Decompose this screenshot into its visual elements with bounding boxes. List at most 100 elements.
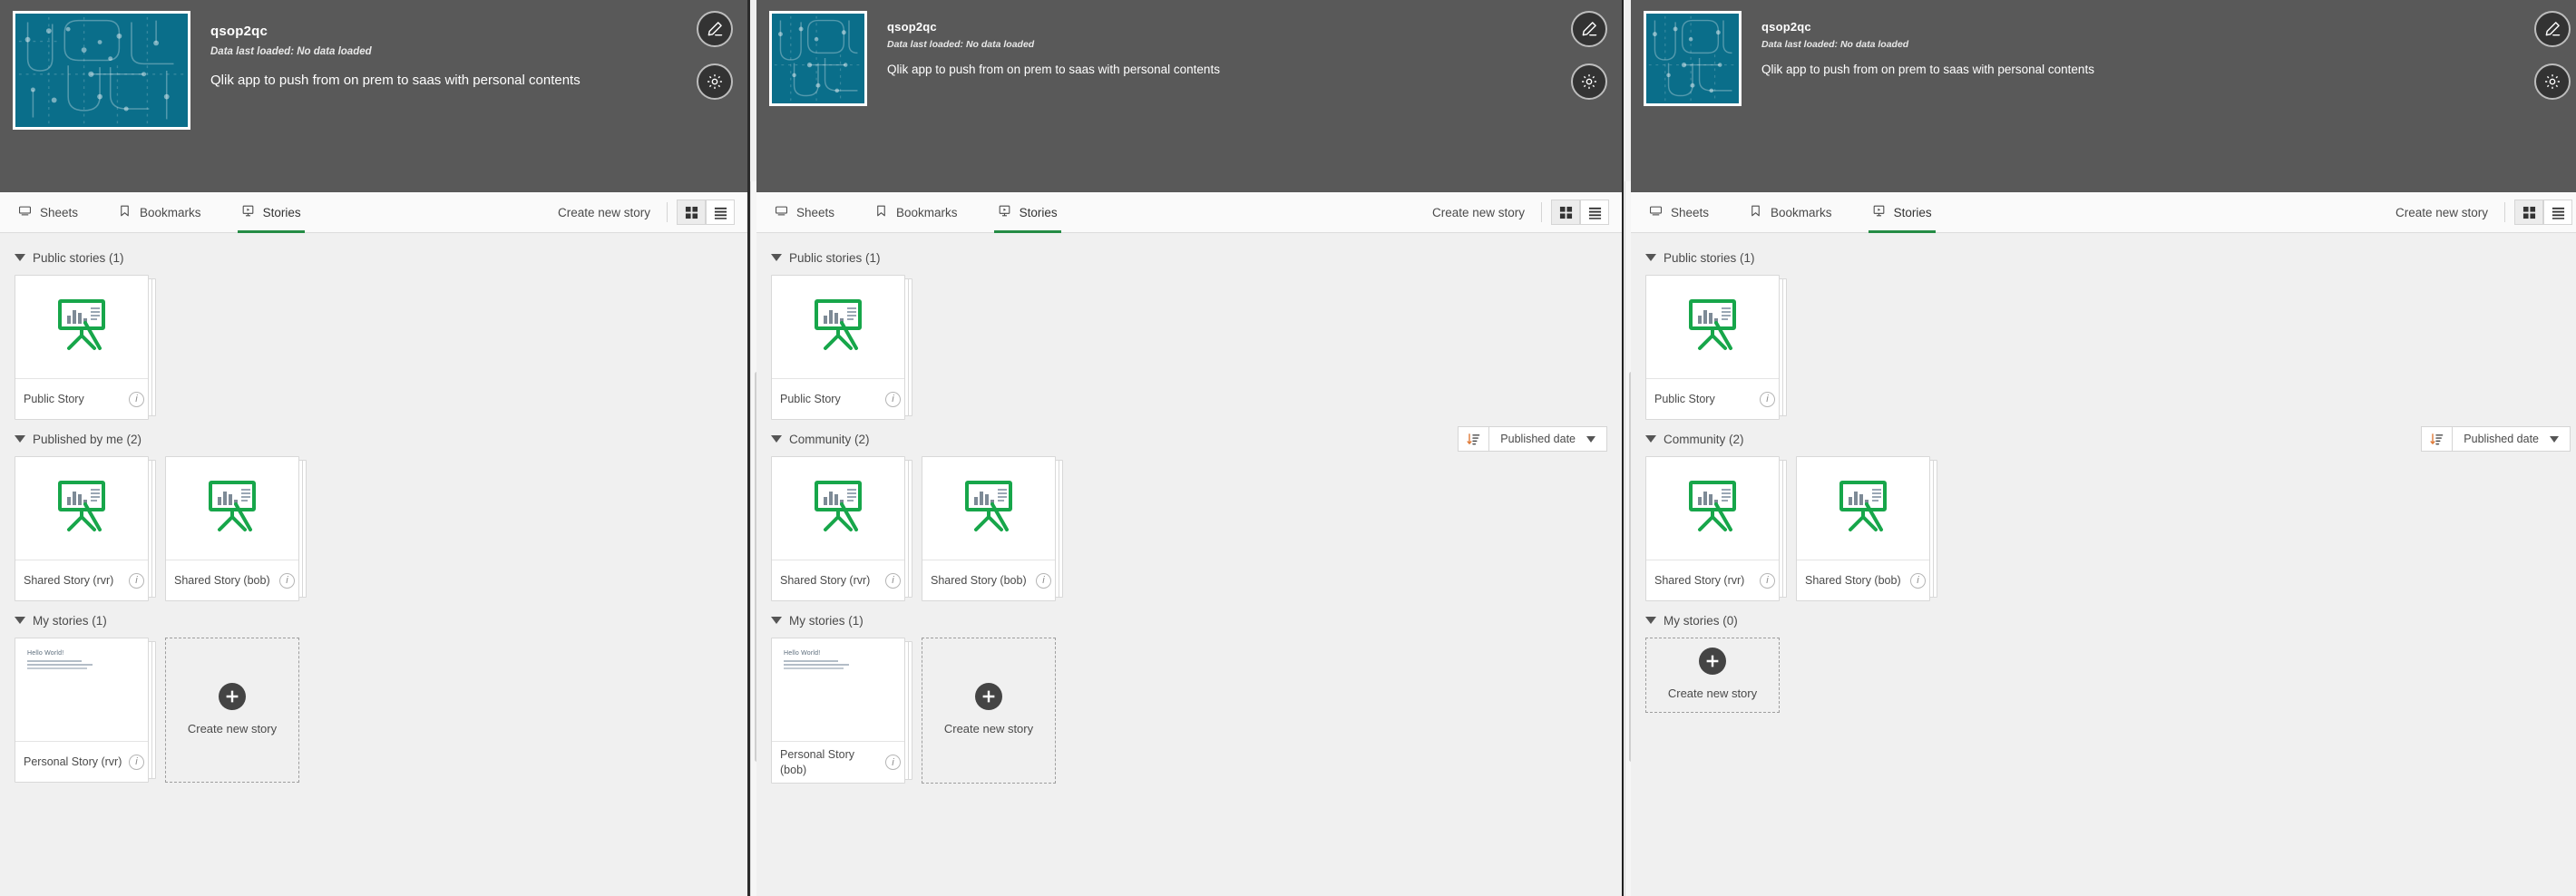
create-new-story-tile[interactable]: Create new story [1645, 638, 1780, 713]
story-card[interactable]: Shared Story (rvr) i [771, 456, 912, 601]
create-new-story-link[interactable]: Create new story [1432, 206, 1541, 219]
tab-stories[interactable]: Stories [993, 192, 1074, 233]
story-card-face[interactable]: Public Story i [1645, 275, 1780, 420]
app-settings-button[interactable] [697, 63, 733, 100]
tab-stories[interactable]: Stories [1868, 192, 1948, 233]
story-card-caption: Shared Story (rvr) i [772, 560, 904, 600]
story-card-face[interactable]: Shared Story (bob) i [165, 456, 299, 601]
story-card[interactable]: Shared Story (rvr) i [1645, 456, 1787, 601]
grid-view-button[interactable] [1551, 200, 1580, 225]
create-new-story-tile[interactable]: Create new story [165, 638, 299, 783]
grid-view-button[interactable] [2514, 200, 2543, 225]
list-view-button[interactable] [2543, 200, 2572, 225]
story-info-icon[interactable]: i [129, 391, 144, 407]
section-collapse-caret-icon[interactable] [1645, 617, 1656, 624]
tab-bookmarks[interactable]: Bookmarks [871, 192, 974, 233]
story-info-icon[interactable]: i [279, 572, 295, 589]
section-collapse-caret-icon[interactable] [771, 617, 782, 624]
panel-1-scrollbar-track[interactable] [750, 181, 759, 896]
section-collapse-caret-icon[interactable] [771, 435, 782, 443]
tab-sheets[interactable]: Sheets [771, 192, 851, 233]
section-collapse-caret-icon[interactable] [15, 435, 25, 443]
plus-icon [975, 683, 1002, 711]
story-card-face[interactable]: Hello World! Personal Story (rvr) i [15, 638, 149, 783]
app-header: qsop2qc Data last loaded: No data loaded… [1631, 0, 2576, 192]
story-card-face[interactable]: Shared Story (rvr) i [771, 456, 905, 601]
app-thumbnail [1644, 11, 1742, 106]
story-card-face[interactable]: Shared Story (rvr) i [1645, 456, 1780, 601]
story-title: Shared Story (rvr) [24, 573, 114, 587]
story-info-icon[interactable]: i [885, 755, 901, 770]
section-collapse-caret-icon[interactable] [15, 254, 25, 261]
tab-stories[interactable]: Stories [237, 192, 317, 233]
create-new-story-tile[interactable]: Create new story [922, 638, 1056, 784]
list-view-button[interactable] [1580, 200, 1609, 225]
tab-bookmarks[interactable]: Bookmarks [1745, 192, 1849, 233]
story-card[interactable]: Public Story i [771, 275, 912, 420]
story-card-face[interactable]: Public Story i [771, 275, 905, 420]
stories-content: Public stories (1) Public Story i Community… [1631, 233, 2576, 896]
toolbar-divider [2504, 202, 2505, 222]
edit-app-button[interactable] [2534, 11, 2571, 47]
story-card-face[interactable]: Shared Story (rvr) i [15, 456, 149, 601]
panel-2-scrollbar-track[interactable] [1625, 181, 1634, 896]
story-card[interactable]: Public Story i [1645, 275, 1787, 420]
story-card[interactable]: Shared Story (bob) i [922, 456, 1063, 601]
story-info-icon[interactable]: i [1036, 572, 1051, 589]
easel-icon [53, 477, 111, 540]
story-card[interactable]: Public Story i [15, 275, 156, 420]
story-info-icon[interactable]: i [885, 572, 901, 589]
header-actions [697, 11, 733, 100]
app-settings-button[interactable] [2534, 63, 2571, 100]
sort-direction-icon[interactable] [1459, 427, 1490, 451]
edit-app-button[interactable] [1571, 11, 1607, 47]
story-card-face[interactable]: Shared Story (bob) i [1796, 456, 1930, 601]
story-section: Community (2) Published date Shared Story … [771, 426, 1607, 601]
sort-direction-icon[interactable] [2422, 427, 2454, 451]
section-collapse-caret-icon[interactable] [1645, 435, 1656, 443]
story-easel-thumbnail [1797, 457, 1929, 560]
sort-field-dropdown[interactable]: Published date [2453, 427, 2570, 451]
app-settings-button[interactable] [1571, 63, 1607, 100]
story-info-icon[interactable]: i [129, 572, 144, 589]
section-collapse-caret-icon[interactable] [15, 617, 25, 624]
story-card-caption: Shared Story (bob) i [1797, 560, 1929, 600]
story-card-face[interactable]: Shared Story (bob) i [922, 456, 1056, 601]
story-card[interactable]: Shared Story (bob) i [165, 456, 307, 601]
story-info-icon[interactable]: i [885, 391, 901, 407]
story-info-icon[interactable]: i [129, 754, 144, 770]
create-new-story-link[interactable]: Create new story [558, 206, 667, 219]
sheets-icon [775, 204, 788, 220]
app-thumbnail-wrap [13, 11, 190, 192]
story-card-face[interactable]: Public Story i [15, 275, 149, 420]
section-collapse-caret-icon[interactable] [1645, 254, 1656, 261]
section-collapse-caret-icon[interactable] [771, 254, 782, 261]
app-thumbnail [769, 11, 867, 106]
bookmark-icon [874, 204, 888, 220]
story-slide-preview: Hello World! [15, 638, 148, 741]
view-toggle [2514, 200, 2572, 225]
edit-app-button[interactable] [697, 11, 733, 47]
slide-title: Hello World! [27, 650, 64, 657]
story-info-icon[interactable]: i [1760, 391, 1775, 407]
story-card-list: Public Story i [771, 275, 1607, 420]
story-info-icon[interactable]: i [1910, 572, 1926, 589]
sort-field-dropdown[interactable]: Published date [1489, 427, 1606, 451]
story-info-icon[interactable]: i [1760, 572, 1775, 589]
tab-sheets[interactable]: Sheets [1645, 192, 1725, 233]
grid-view-button[interactable] [677, 200, 706, 225]
tab-bookmarks[interactable]: Bookmarks [114, 192, 218, 233]
list-view-button[interactable] [706, 200, 735, 225]
story-easel-thumbnail [1646, 457, 1779, 560]
story-card-face[interactable]: Hello World! Personal Story (bob) i [771, 638, 905, 784]
story-card[interactable]: Hello World! Personal Story (rvr) i [15, 638, 156, 783]
story-card[interactable]: Shared Story (rvr) i [15, 456, 156, 601]
create-new-story-link[interactable]: Create new story [2395, 206, 2504, 219]
section-header: Public stories (1) [1645, 246, 2571, 269]
section-header: Community (2) Published date [771, 426, 1607, 452]
tab-sheets[interactable]: Sheets [15, 192, 94, 233]
section-title: Community (2) [1664, 432, 1744, 446]
story-card[interactable]: Hello World! Personal Story (bob) i [771, 638, 912, 784]
story-card[interactable]: Shared Story (bob) i [1796, 456, 1937, 601]
stories-icon [241, 204, 255, 220]
